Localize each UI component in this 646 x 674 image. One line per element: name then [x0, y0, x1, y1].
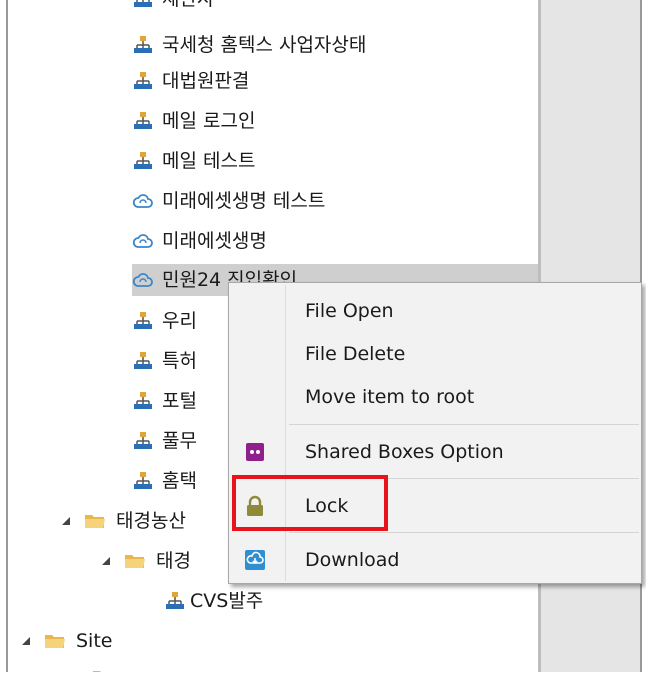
- network-icon: [134, 152, 152, 169]
- tree-item-label: 홈택: [162, 470, 197, 492]
- expand-arrow-icon[interactable]: [102, 557, 110, 565]
- tree-item[interactable]: 풀무: [132, 426, 197, 456]
- lock-highlight-box: [232, 475, 388, 531]
- tree-item-label: 우리: [162, 310, 197, 332]
- download-icon: [245, 550, 265, 570]
- tree-item-label: 미래에셋생명: [162, 230, 267, 252]
- folder-icon: [45, 635, 65, 648]
- tree-item[interactable]: 우리: [132, 306, 197, 336]
- menu-item-file-open[interactable]: File Open: [229, 291, 641, 331]
- network-icon: [134, 472, 152, 489]
- tree-folder[interactable]: [90, 662, 124, 672]
- tree-item[interactable]: 세관사: [132, 0, 214, 14]
- tree-item[interactable]: CVS발주: [164, 586, 263, 616]
- cloud-icon: [132, 234, 153, 248]
- expand-arrow-icon[interactable]: [62, 517, 70, 525]
- menu-separator: [289, 424, 639, 425]
- menu-item-move-to-root[interactable]: Move item to root: [229, 377, 641, 417]
- network-icon: [166, 592, 184, 609]
- tree-item[interactable]: 국세청 홈텍스 사업자상태: [132, 30, 366, 60]
- tree-folder[interactable]: Site: [22, 626, 112, 656]
- shared-boxes-icon: [246, 443, 264, 461]
- menu-item-download[interactable]: Download: [229, 540, 641, 580]
- tree-folder[interactable]: 태경: [102, 546, 191, 576]
- folder-icon: [125, 555, 145, 568]
- tree-item-label: 풀무: [162, 430, 197, 452]
- context-menu: File Open File Delete Move item to root …: [228, 282, 642, 584]
- expand-arrow-icon[interactable]: [22, 637, 30, 645]
- menu-item-label: Shared Boxes Option: [305, 441, 504, 463]
- tree-item-label: 국세청 홈텍스 사업자상태: [162, 34, 367, 56]
- tree-item[interactable]: 특허: [132, 346, 197, 376]
- tree-item-label: 미래에셋생명 테스트: [162, 190, 326, 212]
- tree-item-label: 세관사: [162, 0, 214, 14]
- network-icon: [134, 0, 152, 7]
- network-icon: [134, 392, 152, 409]
- tree-item[interactable]: 대법원판결: [132, 66, 249, 96]
- network-icon: [134, 352, 152, 369]
- tree-item-label: 메일 테스트: [162, 150, 256, 172]
- tree-item-label: 대법원판결: [162, 70, 250, 92]
- menu-item-label: File Delete: [305, 343, 406, 365]
- tree-item-label: 특허: [162, 350, 197, 372]
- tree-item-label: CVS발주: [190, 590, 264, 612]
- tree-item[interactable]: 미래에셋생명: [132, 226, 267, 256]
- network-icon: [134, 72, 152, 89]
- tree-folder[interactable]: 태경농산: [62, 506, 186, 536]
- tree-item[interactable]: 홈택: [132, 466, 197, 496]
- tree-item[interactable]: 메일 테스트: [132, 146, 255, 176]
- network-icon: [134, 36, 152, 53]
- tree-folder-label: Site: [76, 630, 113, 652]
- menu-item-file-delete[interactable]: File Delete: [229, 334, 641, 374]
- network-icon: [134, 432, 152, 449]
- tree-item[interactable]: 미래에셋생명 테스트: [132, 186, 325, 216]
- folder-icon: [85, 515, 105, 528]
- tree-item-label: 메일 로그인: [162, 110, 256, 132]
- network-icon: [134, 312, 152, 329]
- tree-folder-label: 태경: [156, 550, 191, 572]
- menu-separator: [289, 532, 639, 533]
- menu-item-label: Download: [305, 549, 400, 571]
- folder-icon: [93, 671, 101, 672]
- cloud-icon: [132, 273, 153, 287]
- menu-item-label: File Open: [305, 300, 394, 322]
- tree-item[interactable]: 메일 로그인: [132, 106, 255, 136]
- menu-item-label: Move item to root: [305, 386, 475, 408]
- tree-folder-label: 태경농산: [116, 510, 186, 532]
- network-icon: [134, 112, 152, 129]
- cloud-icon: [132, 194, 153, 208]
- tree-item[interactable]: 포털: [132, 386, 197, 416]
- menu-item-shared-boxes-option[interactable]: Shared Boxes Option: [229, 432, 641, 472]
- tree-item-label: 포털: [162, 390, 197, 412]
